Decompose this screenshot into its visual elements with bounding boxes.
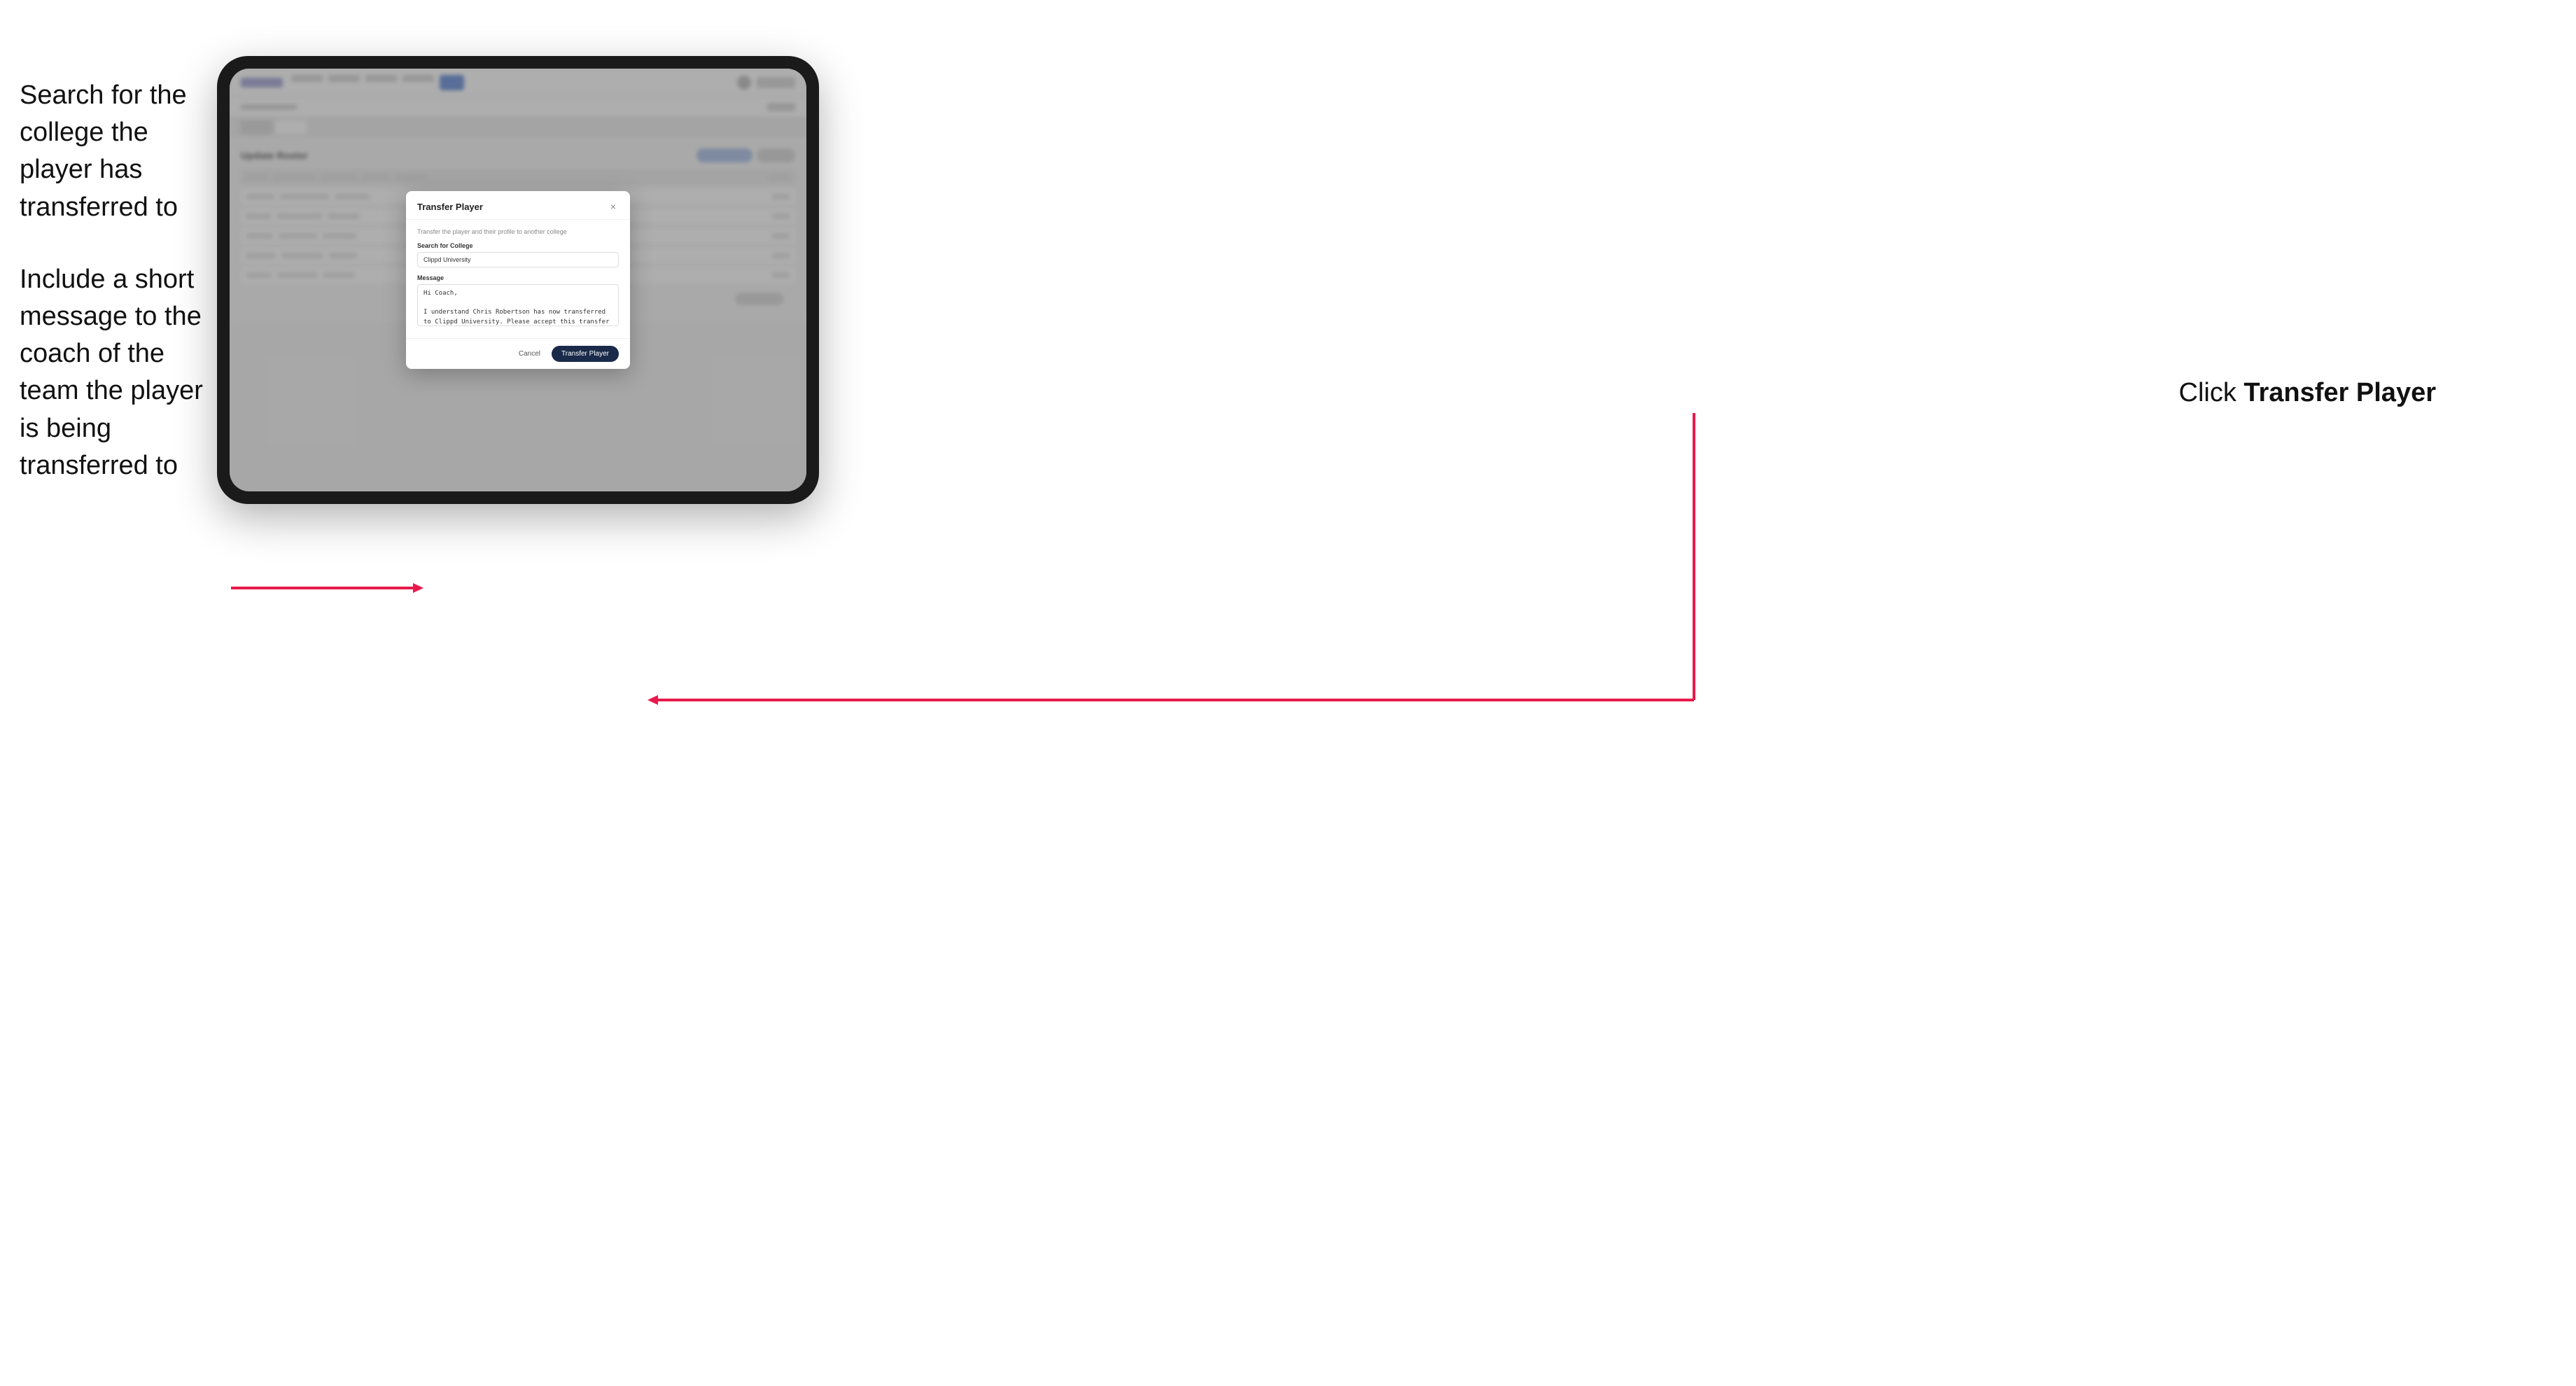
modal-footer: Cancel Transfer Player [406,338,630,369]
transfer-player-modal: Transfer Player × Transfer the player an… [406,191,630,369]
tablet-screen: Update Roster [230,69,806,491]
tablet-frame: Update Roster [217,56,819,504]
annotation-left: Search for the college the player has tr… [20,77,216,519]
annotation-click-prefix: Click [2179,378,2244,407]
close-icon[interactable]: × [608,201,619,212]
transfer-player-button[interactable]: Transfer Player [552,346,619,362]
annotation-right: Click Transfer Player [2179,378,2437,408]
annotation-search-text: Search for the college the player has tr… [20,77,216,226]
modal-body: Transfer the player and their profile to… [406,220,630,338]
search-college-label: Search for College [417,242,619,249]
annotation-transfer-player-text: Transfer Player [2244,378,2436,407]
search-college-input[interactable] [417,252,619,267]
message-label: Message [417,274,619,281]
annotation-message-text: Include a short message to the coach of … [20,261,216,484]
modal-header: Transfer Player × [406,191,630,220]
modal-description: Transfer the player and their profile to… [417,228,619,235]
message-textarea[interactable]: Hi Coach, I understand Chris Robertson h… [417,284,619,326]
cancel-button[interactable]: Cancel [513,346,546,361]
modal-title: Transfer Player [417,202,483,212]
modal-overlay: Transfer Player × Transfer the player an… [230,69,806,491]
